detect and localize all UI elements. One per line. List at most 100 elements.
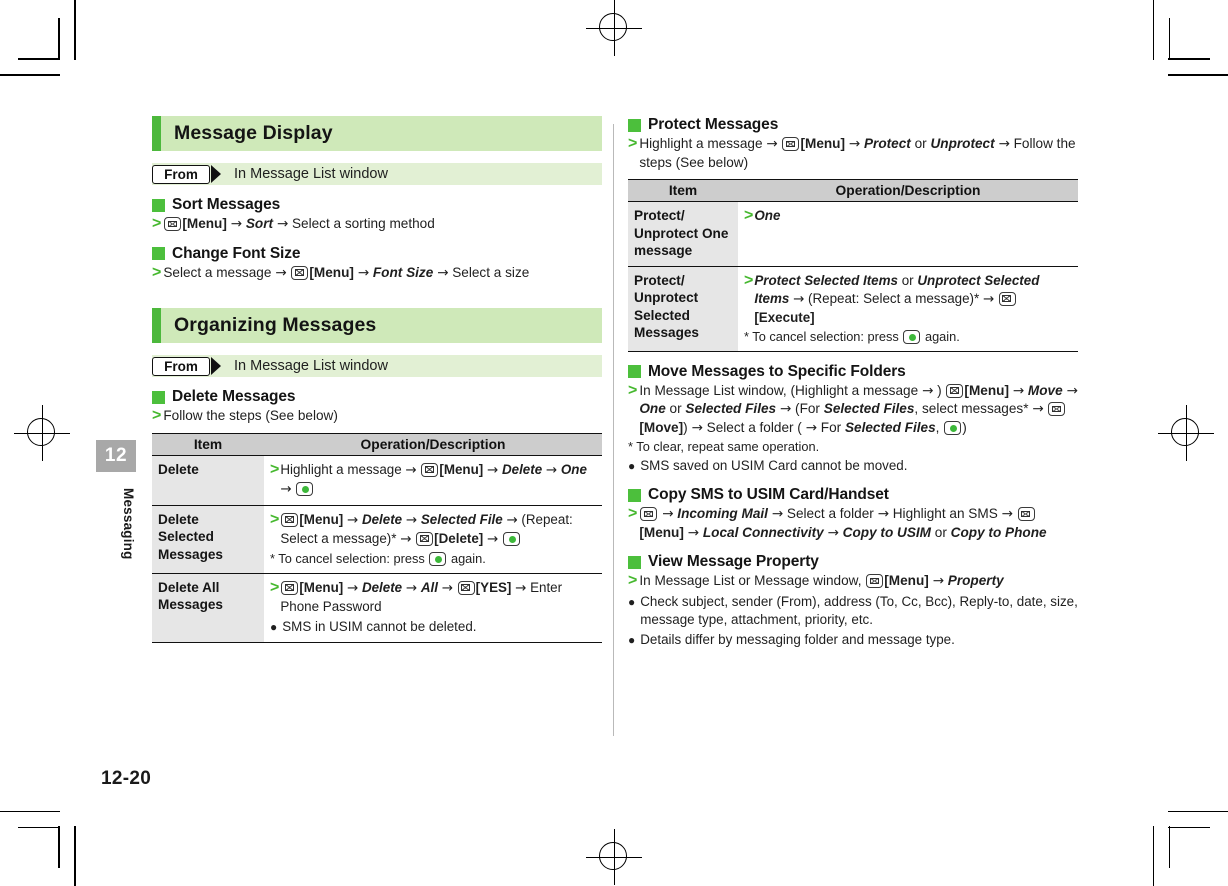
bullet-dot-icon: ●: [270, 619, 278, 634]
envelope-key-icon: [281, 580, 299, 595]
envelope-key-icon: [421, 462, 439, 477]
row-operation: > Highlight a message → [Menu] → Delete …: [264, 455, 602, 506]
from-context-text: In Message List window: [234, 358, 388, 374]
from-badge: From: [152, 164, 210, 184]
column-header-item: Item: [628, 179, 738, 202]
chapter-number: 12: [96, 440, 136, 472]
green-square-icon: [152, 198, 165, 212]
topic-step-copy-sms: > → Incoming Mail → Select a folder → Hi…: [628, 505, 1047, 541]
table-row: Delete All Messages > [Menu] → Delete → …: [152, 573, 602, 643]
section-banner: Message Display: [152, 116, 602, 151]
table-row: Protect/ Unprotect One message > One: [628, 201, 1078, 267]
step-arrow-icon: >: [152, 263, 162, 281]
bullet-dot-icon: ●: [628, 632, 636, 647]
table-header-row: Item Operation/Description: [152, 432, 602, 456]
chapter-label: Messaging: [121, 488, 136, 560]
envelope-key-icon: [946, 383, 964, 398]
row-operation: > Protect Selected Items or Unprotect Se…: [738, 266, 1078, 352]
envelope-key-icon: [416, 531, 434, 546]
from-context-row: From In Message List window: [152, 163, 602, 185]
step-arrow-icon: >: [628, 572, 638, 589]
from-badge: From: [152, 356, 210, 376]
green-square-icon: [152, 390, 165, 404]
step-arrow-icon: >: [270, 510, 280, 528]
from-context-text: In Message List window: [234, 166, 388, 182]
topic-step-move-messages: > In Message List window, (Highlight a m…: [628, 381, 1078, 436]
right-column: Protect Messages > Highlight a message →…: [628, 116, 1078, 649]
topic-step-sort-messages: > [Menu] → Sort → Select a sorting metho…: [152, 215, 435, 232]
registration-mark-bottom: [586, 829, 642, 885]
envelope-key-icon: [291, 265, 309, 280]
topic-heading-protect-messages: Protect Messages: [628, 116, 1078, 134]
green-square-icon: [628, 118, 641, 132]
delete-messages-table: Item Operation/Description Delete > High…: [152, 432, 602, 643]
envelope-key-icon: [998, 291, 1016, 306]
move-footnote: * To clear, repeat same operation.: [628, 439, 820, 454]
row-operation: > [Menu] → Delete → Selected File → (Rep…: [264, 505, 602, 574]
row-footnote: * To cancel selection: press again.: [744, 328, 960, 344]
center-key-icon: [502, 531, 520, 546]
section-view-message-property: View Message Property > In Message List …: [628, 553, 1078, 649]
property-bullet-text: Details differ by messaging folder and m…: [640, 631, 955, 647]
section-title: Organizing Messages: [174, 314, 377, 336]
step-text: Follow the steps (See below): [163, 408, 338, 423]
bullet-dot-icon: ●: [628, 594, 636, 609]
topic-title: Move Messages to Specific Folders: [648, 362, 906, 380]
row-item-label: Delete Selected Messages: [152, 505, 264, 574]
center-key-icon: [296, 481, 314, 496]
row-item-label: Protect/ Unprotect Selected Messages: [628, 266, 738, 352]
registration-mark-top: [586, 0, 642, 56]
step-arrow-icon: >: [270, 578, 280, 596]
row-item-label: Delete All Messages: [152, 573, 264, 643]
section-message-display: Message Display From In Message List win…: [152, 116, 602, 282]
topic-heading-sort-messages: Sort Messages: [152, 196, 602, 214]
row-operation: > [Menu] → Delete → All → [YES] → Enter …: [264, 573, 602, 643]
envelope-key-icon: [1048, 402, 1066, 416]
envelope-key-icon: [640, 507, 658, 521]
step-arrow-icon: >: [270, 460, 280, 478]
topic-step-delete-messages: > Follow the steps (See below): [152, 407, 602, 426]
property-bullet: ● Check subject, sender (From), address …: [628, 593, 1078, 629]
topic-title: Protect Messages: [648, 116, 779, 133]
from-arrow-icon: [211, 165, 221, 183]
property-bullet: ● Details differ by messaging folder and…: [628, 631, 1078, 649]
section-title: Message Display: [174, 122, 333, 144]
move-bullet-text: SMS saved on USIM Card cannot be moved.: [640, 458, 908, 473]
registration-mark-right: [1158, 405, 1214, 461]
registration-mark-left: [14, 405, 70, 461]
green-square-icon: [152, 247, 165, 260]
step-arrow-icon: >: [744, 207, 754, 224]
protect-messages-table: Item Operation/Description Protect/ Unpr…: [628, 179, 1078, 352]
topic-heading-delete-messages: Delete Messages: [152, 388, 602, 406]
topic-heading-view-message-property: View Message Property: [628, 553, 1078, 571]
column-header-operation: Operation/Description: [264, 432, 602, 456]
green-square-icon: [628, 555, 641, 569]
topic-heading-change-font-size: Change Font Size: [152, 245, 602, 263]
center-key-icon: [944, 420, 962, 435]
section-move-messages: Move Messages to Specific Folders > In M…: [628, 363, 1078, 476]
topic-step-change-font-size: > Select a message → [Menu] → Font Size …: [152, 263, 530, 281]
envelope-key-icon: [281, 512, 299, 527]
topic-title: Sort Messages: [172, 196, 281, 213]
step-arrow-icon: >: [744, 271, 754, 289]
envelope-key-icon: [1017, 507, 1035, 521]
section-organizing-messages: Organizing Messages From In Message List…: [152, 308, 602, 643]
step-arrow-icon: >: [628, 505, 638, 522]
topic-title: Copy SMS to USIM Card/Handset: [648, 486, 889, 503]
topic-heading-copy-sms: Copy SMS to USIM Card/Handset: [628, 486, 1078, 504]
chapter-tab: 12 Messaging: [96, 440, 136, 570]
table-row: Delete Selected Messages > [Menu] → Dele…: [152, 505, 602, 574]
table-header-row: Item Operation/Description: [628, 179, 1078, 202]
topic-step-view-message-property: > In Message List or Message window, [Me…: [628, 572, 1004, 589]
column-header-operation: Operation/Description: [738, 179, 1078, 202]
table-row: Delete > Highlight a message → [Menu] → …: [152, 455, 602, 506]
step-arrow-icon: >: [152, 215, 162, 232]
topic-heading-move-messages: Move Messages to Specific Folders: [628, 363, 1078, 381]
section-copy-sms: Copy SMS to USIM Card/Handset > → Incomi…: [628, 486, 1078, 542]
step-arrow-icon: >: [628, 381, 638, 399]
printed-page: 12 Messaging 12-20 Message Display From …: [0, 0, 1228, 886]
banner-accent-bar: [152, 116, 161, 151]
envelope-key-icon: [866, 574, 884, 588]
column-header-item: Item: [152, 432, 264, 456]
page-number: 12-20: [101, 768, 152, 789]
